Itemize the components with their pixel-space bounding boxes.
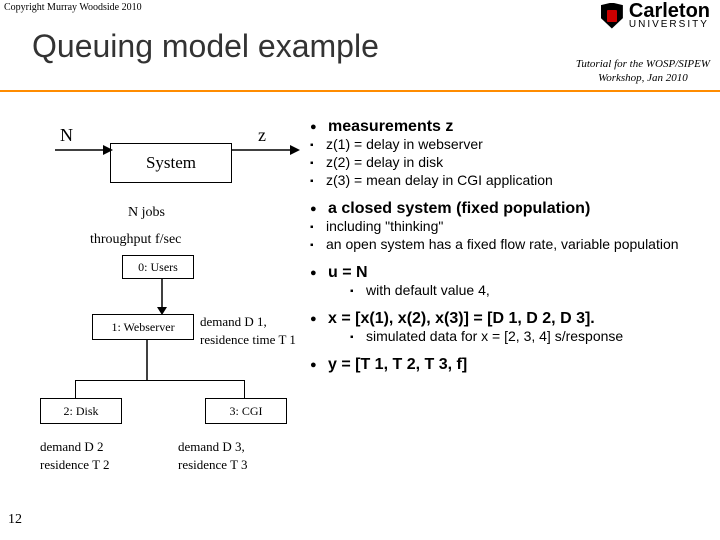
arrow-in-icon <box>55 140 115 160</box>
university-logo: Carleton UNIVERSITY <box>601 2 710 29</box>
arrow-out-icon <box>232 140 302 160</box>
sub-z3: z(3) = mean delay in CGI application <box>310 172 710 188</box>
demand-d2: demand D 2 residence T 2 <box>40 438 110 473</box>
users-box: 0: Users <box>122 255 194 279</box>
sub-z2: z(2) = delay in disk <box>310 154 710 170</box>
cgi-box: 3: CGI <box>205 398 287 424</box>
title-divider <box>0 90 720 92</box>
copyright: Copyright Murray Woodside 2010 <box>4 2 142 13</box>
sub-open-system: an open system has a fixed flow rate, va… <box>310 236 710 252</box>
logo-sub: UNIVERSITY <box>629 20 710 29</box>
sub-default-4: with default value 4, <box>350 282 710 298</box>
disk-box: 2: Disk <box>40 398 122 424</box>
demand-d3: demand D 3, residence T 3 <box>178 438 248 473</box>
demand-d1: demand D 1, residence time T 1 <box>200 313 296 348</box>
page-title: Queuing model example <box>32 28 379 65</box>
bullet-panel: measurements z z(1) = delay in webserver… <box>310 118 710 386</box>
system-box: System <box>110 143 232 183</box>
throughput-label: throughput f/sec <box>90 232 181 248</box>
sub-simulated-x: simulated data for x = [2, 3, 4] s/respo… <box>350 328 710 344</box>
bullet-x-vector: x = [x(1), x(2), x(3)] = [D 1, D 2, D 3]… <box>310 310 595 327</box>
bullet-measurements: measurements z <box>310 118 453 135</box>
bullet-closed-system: a closed system (fixed population) <box>310 200 590 217</box>
arrow-down2-icon <box>140 340 154 382</box>
n-jobs-label: N jobs <box>128 205 165 221</box>
logo-name: Carleton <box>629 2 710 20</box>
bullet-y-vector: y = [T 1, T 2, T 3, f] <box>310 356 467 373</box>
slide-number: 12 <box>8 512 22 528</box>
webserver-box: 1: Webserver <box>92 314 194 340</box>
arrow-down-icon <box>155 279 169 317</box>
bullet-u-eq-n: u = N <box>310 264 368 281</box>
sub-thinking: including "thinking" <box>310 218 710 234</box>
branch-connector <box>75 380 245 395</box>
sub-z1: z(1) = delay in webserver <box>310 136 710 152</box>
tagline: Tutorial for the WOSP/SIPEWWorkshop, Jan… <box>576 58 710 86</box>
shield-icon <box>601 3 623 29</box>
